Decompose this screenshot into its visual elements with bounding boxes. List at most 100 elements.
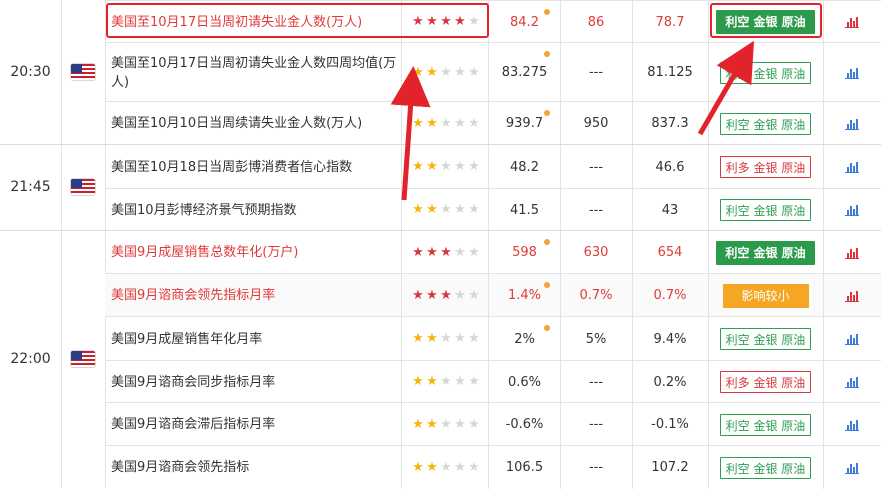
previous-value: 78.7 — [632, 1, 709, 43]
table-row[interactable]: 美国至10月18日当周彭博消费者信心指数 ★ ★ ★ ★ ★ 48.2 --- 46.6 利多 金… — [105, 144, 881, 189]
star-icon: ★ — [454, 159, 466, 174]
star-icon: ★ — [426, 159, 438, 174]
actual-value: 41.5 — [489, 189, 561, 231]
star-icon: ★ — [468, 202, 480, 217]
star-icon: ★ — [412, 287, 424, 303]
bar-chart-icon[interactable] — [845, 204, 859, 216]
chart-cell[interactable] — [823, 102, 881, 145]
star-rating: ★ ★ ★ ★ ★ — [411, 287, 481, 303]
chart-cell[interactable] — [823, 446, 881, 489]
indicator-name[interactable]: 美国9月谘商会领先指标 — [105, 446, 402, 489]
chart-cell[interactable] — [823, 361, 881, 403]
star-icon: ★ — [426, 115, 438, 131]
table-row[interactable]: 美国9月成屋销售年化月率 ★ ★ ★ ★ ★ 2% 5% 9.4% 利空 金银 原油 — [105, 316, 881, 361]
bar-chart-icon[interactable] — [845, 462, 859, 474]
flag-canton — [71, 351, 82, 360]
star-icon: ★ — [440, 115, 452, 131]
chart-cell[interactable] — [823, 189, 881, 231]
effect-cell: 利空 金银 原油 — [708, 102, 824, 145]
star-icon: ★ — [440, 244, 452, 260]
table-row[interactable]: 美国9月谘商会滞后指标月率 ★ ★ ★ ★ ★ -0.6% --- -0.1% 利空 金银 原油 — [105, 402, 881, 446]
bar-chart-icon[interactable] — [845, 333, 859, 345]
star-rating: ★ ★ ★ ★ ★ — [411, 459, 481, 475]
star-rating: ★ ★ ★ ★ ★ — [411, 160, 481, 174]
indicator-name-text: 美国9月谘商会同步指标月率 — [111, 374, 276, 390]
star-icon: ★ — [468, 115, 480, 131]
chart-cell[interactable] — [823, 1, 881, 43]
star-icon: ★ — [468, 331, 480, 346]
chart-cell[interactable] — [823, 231, 881, 274]
bar-chart-icon[interactable] — [845, 247, 859, 259]
bar-chart-icon[interactable] — [845, 161, 859, 173]
forecast-value: 0.7% — [560, 274, 633, 317]
star-icon: ★ — [426, 287, 438, 303]
effect-cell: 利空 金银 原油 — [708, 446, 824, 489]
star-icon: ★ — [440, 374, 452, 389]
importance-stars: ★ ★ ★ ★ ★ — [402, 102, 489, 145]
table-row[interactable]: 美国9月成屋销售总数年化(万户) ★ ★ ★ ★ ★ 598 630 654 利空 金银 原油 — [105, 230, 881, 274]
actual-value: 48.2 — [489, 145, 561, 189]
table-row[interactable]: 美国至10月17日当周初请失业金人数四周均值(万人) ★ ★ ★ ★ ★ 83.275 ---… — [105, 42, 881, 102]
star-icon: ★ — [412, 459, 424, 475]
chart-cell[interactable] — [823, 145, 881, 189]
flag-canton — [71, 64, 82, 73]
previous-value: 0.2% — [632, 361, 709, 403]
forecast-value: --- — [560, 145, 633, 189]
star-icon: ★ — [468, 459, 480, 475]
actual-value-text: 48.2 — [510, 159, 539, 175]
bar-chart-icon[interactable] — [845, 290, 859, 302]
indicator-name[interactable]: 美国10月彭博经济景气预期指数 — [105, 189, 402, 231]
table-row[interactable]: 美国10月彭博经济景气预期指数 ★ ★ ★ ★ ★ 41.5 --- 43 利空 金银 原油 — [105, 188, 881, 231]
group-divider — [0, 144, 881, 145]
star-icon: ★ — [426, 416, 438, 432]
table-row[interactable]: 美国9月谘商会领先指标 ★ ★ ★ ★ ★ 106.5 --- 107.2 利空 金银 原油 — [105, 445, 881, 489]
importance-stars: ★ ★ ★ ★ ★ — [402, 361, 489, 403]
indicator-name[interactable]: 美国9月成屋销售总数年化(万户) — [105, 231, 402, 274]
indicator-name-text: 美国9月谘商会滞后指标月率 — [111, 417, 276, 432]
effect-badge: 利空 金银 原油 — [719, 328, 812, 350]
bar-chart-icon[interactable] — [845, 376, 859, 388]
actual-value-text: 939.7 — [505, 116, 544, 131]
chart-cell[interactable] — [823, 274, 881, 317]
indicator-name[interactable]: 美国9月谘商会滞后指标月率 — [105, 403, 402, 446]
star-icon: ★ — [440, 331, 452, 346]
time-group: 22:00 美国9月成屋销售总数年化(万户) ★ ★ ★ ★ ★ 598 630 654 利空 金银… — [0, 230, 881, 489]
star-icon: ★ — [468, 244, 480, 260]
indicator-name-text: 美国至10月10日当周续请失业金人数(万人) — [111, 116, 363, 131]
importance-stars: ★ ★ ★ ★ ★ — [402, 274, 489, 317]
us-flag-icon — [71, 351, 95, 367]
chart-cell[interactable] — [823, 317, 881, 361]
star-icon: ★ — [440, 64, 452, 80]
star-rating: ★ ★ ★ ★ ★ — [411, 244, 481, 260]
chart-cell[interactable] — [823, 403, 881, 446]
importance-stars: ★ ★ ★ ★ ★ — [402, 43, 489, 102]
actual-value-text: 1.4% — [507, 288, 542, 303]
actual-value-text: 84.2 — [510, 14, 539, 30]
bar-chart-icon[interactable] — [845, 118, 859, 130]
actual-value: 939.7 — [489, 102, 561, 145]
indicator-name-text: 美国9月谘商会领先指标 — [111, 460, 250, 475]
indicator-name[interactable]: 美国9月谘商会领先指标月率 — [105, 274, 402, 317]
indicator-name[interactable]: 美国9月谘商会同步指标月率 — [105, 361, 402, 403]
indicator-name[interactable]: 美国至10月18日当周彭博消费者信心指数 — [105, 145, 402, 189]
indicator-name[interactable]: 美国9月成屋销售年化月率 — [105, 317, 402, 361]
star-icon: ★ — [454, 374, 466, 389]
importance-stars: ★ ★ ★ ★ ★ — [402, 403, 489, 446]
chart-cell[interactable] — [823, 43, 881, 102]
bar-chart-icon[interactable] — [845, 67, 859, 79]
star-icon: ★ — [468, 416, 480, 432]
table-row[interactable]: 美国9月谘商会同步指标月率 ★ ★ ★ ★ ★ 0.6% --- 0.2% 利多 金银 原油 — [105, 360, 881, 403]
bar-chart-icon[interactable] — [845, 419, 859, 431]
time-group: 21:45 美国至10月18日当周彭博消费者信心指数 ★ ★ ★ ★ ★ 48.2 --- 46.… — [0, 144, 881, 231]
actual-value: 84.2 — [489, 1, 561, 43]
table-row[interactable]: 美国9月谘商会领先指标月率 ★ ★ ★ ★ ★ 1.4% 0.7% 0.7% 影响较小 — [105, 273, 881, 317]
bar-chart-icon[interactable] — [845, 16, 859, 28]
table-row[interactable]: 美国至10月10日当周续请失业金人数(万人) ★ ★ ★ ★ ★ 939.7 950 837.3… — [105, 101, 881, 145]
star-icon: ★ — [454, 202, 466, 217]
indicator-name[interactable]: 美国至10月10日当周续请失业金人数(万人) — [105, 102, 402, 145]
effect-cell: 影响较小 — [708, 274, 824, 317]
star-icon: ★ — [468, 374, 480, 389]
indicator-name[interactable]: 美国至10月17日当周初请失业金人数四周均值(万人) — [105, 43, 402, 102]
importance-stars: ★ ★ ★ ★ ★ — [402, 317, 489, 361]
actual-value: 2% — [489, 317, 561, 361]
